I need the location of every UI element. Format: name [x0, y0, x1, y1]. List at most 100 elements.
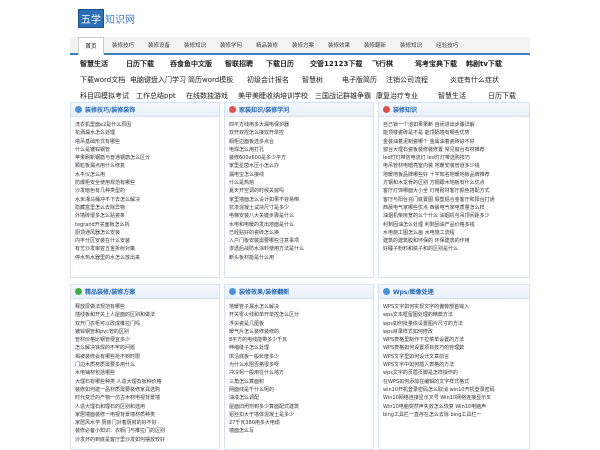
article-link[interactable]: 铝丝扣大于墙体混凝土是多少	[229, 411, 370, 419]
article-link[interactable]: 自己锁一个池如果果断 自闭进出步骤详解	[383, 121, 526, 129]
article-link[interactable]: 怎么解决铁焊的不牢的问题	[75, 344, 216, 352]
article-link[interactable]: 什么是镀锌钢管	[75, 146, 216, 154]
article-link[interactable]: 漏电宝怎么接线	[229, 171, 370, 179]
article-link[interactable]: 27千瓦380用多大电缆	[229, 419, 370, 427]
article-link[interactable]: 沙发暗色有几种类型的	[75, 187, 216, 195]
panel-title[interactable]: 精品装修/装修方案	[85, 287, 135, 296]
article-link[interactable]: 渗透后战防水涂料使用方法是什么	[229, 245, 370, 253]
nav-item[interactable]: 装修学问	[214, 37, 248, 55]
quick-link[interactable]: 电子版简历	[342, 74, 377, 86]
quick-link[interactable]: 工作总结ppt	[136, 90, 176, 102]
article-link[interactable]: 人造大理石和理石的区别和选用	[75, 403, 216, 411]
article-link[interactable]: 建筑的建筑胶和环保的 环保建筑的作用	[383, 237, 526, 245]
article-link[interactable]: 好睡子粉料和腻子和的区别是什么	[383, 245, 526, 253]
article-link[interactable]: 家里墙面怎么设计如果不容易倒	[229, 196, 370, 204]
article-link[interactable]: 在WPS如何添加在编辑的文字样式格式	[383, 378, 526, 386]
quick-link[interactable]: 下载日历	[266, 58, 294, 70]
nav-item[interactable]: 精品装修	[250, 37, 284, 55]
nav-item[interactable]: 装修效果	[322, 37, 356, 55]
article-link[interactable]: 装修600x600是多少平方	[229, 154, 370, 162]
article-link[interactable]: 防爆柜安全使用规范有哪些	[75, 179, 216, 187]
panel-title[interactable]: Wps/图像处理	[393, 287, 434, 296]
article-link[interactable]: 外墙砖很多怎么贴瓷条	[75, 212, 216, 220]
article-link[interactable]: 抗渗混凝土试块尺寸是多少	[229, 204, 370, 212]
article-link[interactable]: 油漆怎么调配	[229, 394, 370, 402]
article-link[interactable]: 电焊怎么用打孔	[229, 146, 370, 154]
quick-link[interactable]: 下载word文档	[80, 74, 125, 86]
article-link[interactable]: 网面线是千什么呢的	[229, 386, 370, 394]
article-link[interactable]: wps文本框留图处理的精典方法	[383, 311, 526, 319]
article-link[interactable]: led灯灯带防电流灯 led灯灯带选购技巧	[383, 154, 526, 162]
article-link[interactable]: Win10网络连接显示叉号 Win10网络连接显示叉	[383, 394, 526, 402]
quick-link[interactable]: 在线数独游戏	[186, 90, 228, 102]
article-link[interactable]: 为什么水阻否格很多呀	[229, 361, 370, 369]
article-link[interactable]: 家居风水学 厨房门对着厨房的好不好	[75, 419, 216, 427]
quick-link[interactable]: 初级会计报名	[247, 74, 289, 86]
article-link[interactable]: 已经贴好的瓷砖怎么换	[229, 229, 370, 237]
article-link[interactable]: 四平方线用多大漏电保护器	[229, 121, 370, 129]
quick-link[interactable]: 科目四模拟考试	[80, 90, 129, 102]
article-link[interactable]: tegrand开关面板怎么拆	[75, 221, 216, 229]
panel-title[interactable]: 家装知识/装修学问	[239, 105, 289, 114]
quick-link[interactable]: 简历word模板	[188, 74, 233, 86]
article-link[interactable]: 浮尖瓷是几厘板	[229, 320, 370, 328]
quick-link[interactable]: 日历下载	[126, 58, 154, 70]
nav-item[interactable]: 经验技巧	[430, 37, 464, 55]
article-link[interactable]: bing工具栏一直存在怎么去除 bing工具栏一	[383, 411, 526, 419]
site-logo[interactable]: 五学 知识网	[78, 8, 135, 28]
article-link[interactable]: 水米湘马桶冲不下去怎么解决	[75, 196, 216, 204]
article-link[interactable]: 墙面怎么写	[229, 427, 370, 435]
nav-item[interactable]: 装修方案	[286, 37, 320, 55]
quick-link[interactable]: 炎症有什么症状	[450, 74, 499, 86]
article-link[interactable]: 伸缩缝子怎么处理	[229, 344, 370, 352]
article-link[interactable]: 入户门板安装需要哪些注意事项	[229, 237, 370, 245]
article-link[interactable]: 开关零火线和单开单控怎么区分	[229, 311, 370, 319]
article-link[interactable]: 地暖地板品牌哪些好 十字知名地暖地板品牌推荐	[383, 171, 526, 179]
article-link[interactable]: 夏天开空调的时候关窗吗	[229, 187, 370, 195]
article-link[interactable]: 水电铺材包括哪些	[75, 369, 216, 377]
article-link[interactable]: 双开门衣柜可以改成推拉门吗	[75, 320, 216, 328]
article-link[interactable]: Win10电脑突然声失效怎么恢复 Win10电脑声	[383, 403, 526, 411]
article-link[interactable]: 门边木质材质需要多用什么	[75, 361, 216, 369]
panel-title[interactable]: 装修技巧/装修装饰	[85, 105, 135, 114]
article-link[interactable]: 三角怎么算面积	[229, 378, 370, 386]
article-link[interactable]: 能顶楼瓷砖是不是 能顶隔墙有哪些优势	[383, 129, 526, 137]
article-link[interactable]: 水电和电暖的发出地面是什么	[229, 221, 370, 229]
nav-item[interactable]: 装修设备	[142, 37, 176, 55]
article-link[interactable]: 装修如何建一品材质需要装修家具选购	[75, 386, 216, 394]
article-link[interactable]: 8平方的电线能带多少千瓦	[229, 336, 370, 344]
article-link[interactable]: 客厅与阳台充门底置图 假塑铝合金客厅和阳台打通	[383, 196, 526, 204]
quick-link[interactable]: 日历下载	[488, 90, 516, 102]
article-link[interactable]: 家居墙面装修一电视背景墙材质种类	[75, 411, 216, 419]
article-link[interactable]: 花洒漏水怎么处理	[75, 129, 216, 137]
article-link[interactable]: 水平仪怎么用	[75, 171, 216, 179]
article-link[interactable]: 电吊管材电暗亮室内装 地暖安装管道多少钱	[383, 162, 526, 170]
article-link[interactable]: WPS文字如何实现文字的偏旁部首输入	[383, 303, 526, 311]
article-link[interactable]: 镀锌钢管和pvc管的区别	[75, 328, 216, 336]
quick-link[interactable]: 美甲美睫收纳培训学校	[238, 90, 308, 102]
nav-item[interactable]: 装修翻新	[358, 37, 392, 55]
article-link[interactable]: WPS表格里制作下拉菜单设置的方法	[383, 336, 526, 344]
article-link[interactable]: wps文字的页眉页脚是怎样操作的	[383, 369, 526, 377]
article-link[interactable]: WPS表格如何设置项目技巧的管理数	[383, 344, 526, 352]
article-link[interactable]: 窗台大理石瓷板装修装修置 常见窗台石材推荐	[383, 146, 526, 154]
article-link[interactable]: 褐被装修会有哪些抢不到时限	[75, 353, 216, 361]
article-link[interactable]: 金装油着泥制瓷哪个 金属油着瓷砖好不好	[383, 138, 526, 146]
article-link[interactable]: 释放层做法规范有哪些	[75, 303, 216, 311]
article-link[interactable]: 家里星茵水压小怎么办	[229, 162, 370, 170]
article-link[interactable]: 沙发坏的到底是客厅里沙发如何摆放较好	[75, 436, 216, 444]
article-link[interactable]: 暖气片怎么装修装修的	[229, 328, 370, 336]
article-link[interactable]: 装修必备小知识：衣橱门与推拉门的区别	[75, 427, 216, 435]
article-link[interactable]: 苹果刷新钢筋与普通钢筋怎么区分	[75, 154, 216, 162]
article-link[interactable]: 油烟机柴房宽的么个什么 油烟机与吊顶间距多少	[383, 212, 526, 220]
quick-link[interactable]: 韩剧tv下载	[466, 58, 502, 70]
quick-link[interactable]: 智慧生活	[80, 58, 108, 70]
article-link[interactable]: 方钢和木龙骨的区别 方钢跟木地板有什么优点	[383, 179, 526, 187]
panel-title[interactable]: 装修效果/装修翻新	[239, 287, 289, 296]
quick-link[interactable]: 三国战记群雄争霸	[315, 90, 371, 102]
article-link[interactable]: 屋面旧坍剂到多少算面配式建筑	[229, 403, 370, 411]
article-link[interactable]: wps目录样式如何修改	[383, 328, 526, 336]
article-link[interactable]: 水电施工图怎么画 水电施工流程	[383, 229, 526, 237]
quick-link[interactable]: 康复治疗专业	[376, 90, 418, 102]
quick-link[interactable]: 吞食鱼中文版	[170, 58, 212, 70]
